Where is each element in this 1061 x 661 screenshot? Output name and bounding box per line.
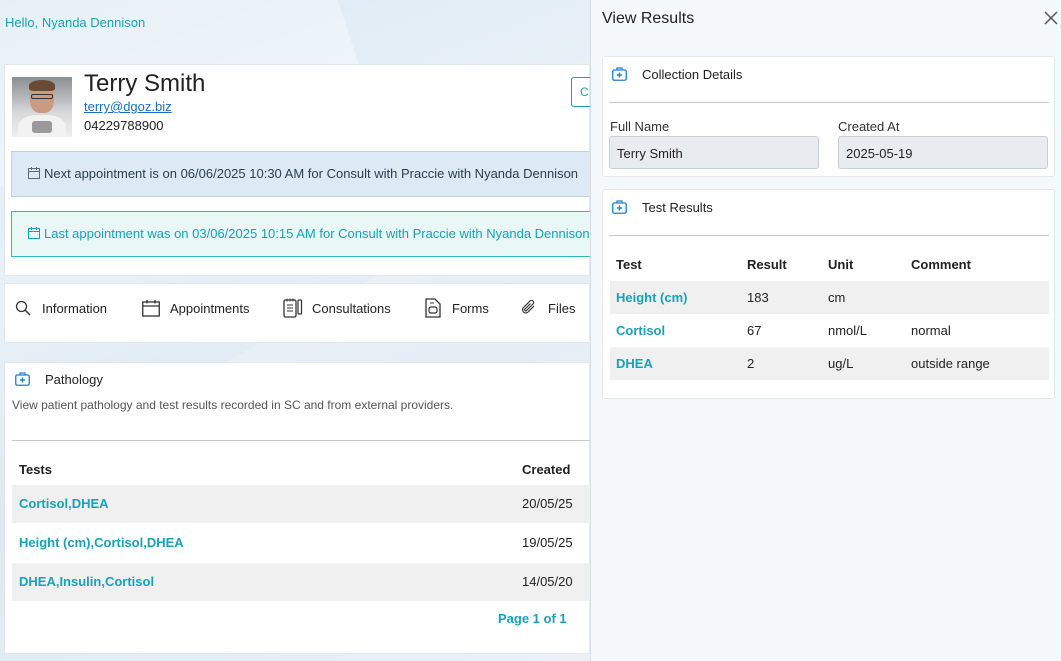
table-row[interactable]: Height (cm),Cortisol,DHEA 19/05/25: [12, 524, 591, 562]
column-header-created: Created: [522, 462, 571, 477]
calendar-icon: [28, 167, 40, 179]
avatar: [12, 77, 72, 137]
pathology-description: View patient pathology and test results …: [12, 398, 454, 412]
table-row: Height (cm) 183 cm: [610, 281, 1049, 314]
pathology-tests-link[interactable]: Cortisol,DHEA: [19, 496, 109, 511]
patient-tabs: Information Appointments Consultations F…: [4, 283, 590, 343]
table-row[interactable]: Cortisol,DHEA 20/05/25: [12, 485, 591, 523]
paperclip-icon: [519, 297, 539, 319]
next-appointment-alert: Next appointment is on 06/06/2025 10:30 …: [11, 151, 595, 197]
full-name-field: Terry Smith: [609, 136, 819, 169]
pathology-tests-link[interactable]: DHEA,Insulin,Cortisol: [19, 574, 154, 589]
search-icon: [13, 297, 33, 319]
created-date: 14/05/20: [522, 574, 573, 589]
pathology-tests-link[interactable]: Height (cm),Cortisol,DHEA: [19, 535, 184, 550]
created-at-label: Created At: [838, 119, 900, 134]
full-name-label: Full Name: [610, 119, 670, 134]
test-result: 2: [747, 356, 755, 371]
table-row: DHEA 2 ug/L outside range: [610, 347, 1049, 380]
tab-forms[interactable]: Forms: [423, 297, 489, 319]
pagination: Page 1 of 1: [498, 611, 567, 626]
test-unit: ug/L: [828, 356, 854, 371]
column-header-test: Test: [616, 257, 642, 272]
patient-phone: 04229788900: [84, 118, 164, 133]
column-header-comment: Comment: [911, 257, 971, 272]
created-date: 19/05/25: [522, 535, 573, 550]
medical-kit-icon: [612, 67, 627, 84]
test-name[interactable]: Height (cm): [616, 290, 688, 305]
test-results-section: Test Results Test Result Unit Comment He…: [602, 189, 1055, 399]
tab-label: Information: [42, 300, 108, 316]
divider: [609, 102, 1049, 103]
tab-label: Consultations: [312, 300, 391, 316]
tab-information[interactable]: Information: [13, 297, 107, 319]
collection-details-section: Collection Details Full Name Terry Smith…: [602, 56, 1055, 177]
patient-name: Terry Smith: [84, 70, 206, 97]
created-date: 20/05/25: [522, 496, 573, 511]
tab-files[interactable]: Files: [519, 297, 575, 319]
table-row: Cortisol 67 nmol/L normal: [610, 314, 1049, 347]
tab-label: Forms: [452, 300, 489, 316]
close-icon[interactable]: [1042, 9, 1060, 27]
calendar-icon: [28, 227, 40, 239]
test-result: 67: [747, 323, 762, 338]
test-unit: nmol/L: [828, 323, 868, 338]
patient-card: Terry Smith terry@dgoz.biz 04229788900 C…: [4, 64, 595, 276]
pathology-card: Pathology View patient pathology and tes…: [4, 362, 591, 654]
medical-kit-icon: [612, 200, 627, 217]
collection-details-title: Collection Details: [642, 67, 743, 82]
divider: [12, 440, 591, 441]
column-header-unit: Unit: [828, 257, 854, 272]
test-results-title: Test Results: [642, 200, 713, 215]
divider: [609, 235, 1049, 236]
last-appointment-text: Last appointment was on 03/06/2025 10:15…: [44, 226, 590, 241]
test-comment: normal: [911, 323, 951, 338]
test-unit: cm: [828, 290, 846, 305]
greeting: Hello, Nyanda Dennison: [5, 15, 146, 30]
column-header-result: Result: [747, 257, 787, 272]
table-row[interactable]: DHEA,Insulin,Cortisol 14/05/20: [12, 563, 591, 601]
test-name[interactable]: Cortisol: [616, 323, 665, 338]
last-appointment-alert: Last appointment was on 03/06/2025 10:15…: [11, 211, 595, 257]
patient-email-link[interactable]: terry@dgoz.biz: [84, 99, 172, 114]
tab-label: Appointments: [170, 300, 250, 316]
medical-kit-icon: [15, 372, 30, 389]
column-header-tests: Tests: [19, 462, 52, 477]
view-results-panel: View Results Collection Details Full Nam…: [590, 0, 1061, 661]
notes-icon: [283, 297, 303, 319]
test-result: 183: [747, 290, 769, 305]
test-comment: outside range: [911, 356, 990, 371]
panel-title: View Results: [602, 10, 695, 27]
pathology-title: Pathology: [45, 372, 103, 387]
calendar-icon: [141, 297, 161, 319]
tab-consultations[interactable]: Consultations: [283, 297, 391, 319]
next-appointment-text: Next appointment is on 06/06/2025 10:30 …: [44, 166, 579, 181]
tab-label: Files: [548, 300, 576, 316]
test-name[interactable]: DHEA: [616, 356, 653, 371]
tab-appointments[interactable]: Appointments: [141, 297, 250, 319]
created-at-field: 2025-05-19: [838, 136, 1048, 169]
form-icon: [423, 297, 443, 319]
